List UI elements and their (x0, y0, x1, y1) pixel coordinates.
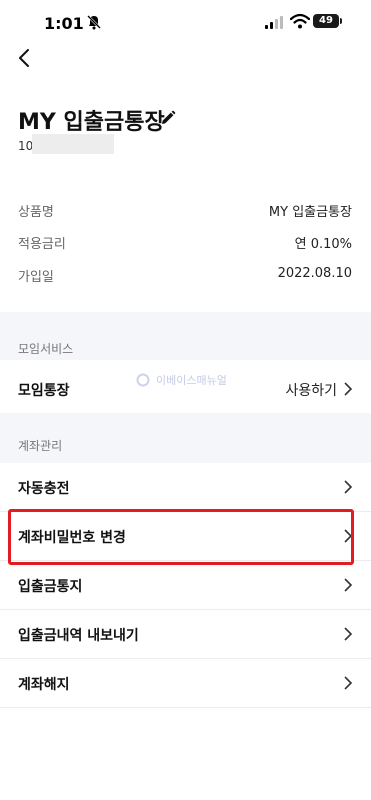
row-export-history[interactable]: 입출금내역 내보내기 (0, 610, 371, 658)
chevron-right-icon (344, 676, 353, 690)
info-row-product: 상품명 MY 입출금통장 (18, 201, 352, 223)
use-action-label[interactable]: 사용하기 (285, 380, 337, 400)
row-label: 계좌해지 (18, 677, 70, 693)
status-time: 1:01 (44, 14, 84, 33)
divider (0, 707, 371, 708)
info-value: MY 입출금통장 (268, 205, 352, 220)
chevron-right-icon (344, 578, 353, 592)
section-label: 모임서비스 (18, 342, 74, 356)
status-bar: 1:01 49 (0, 0, 371, 44)
section-account-management: 계좌관리 (0, 413, 371, 463)
info-row-join-date: 가입일 2022.08.10 (18, 266, 352, 288)
row-label: 입출금통지 (18, 579, 83, 595)
battery-tip (340, 18, 342, 24)
row-auto-charge[interactable]: 자동충전 (0, 463, 371, 511)
row-label: 자동충전 (18, 481, 70, 497)
section-label: 계좌관리 (18, 439, 63, 453)
cellular-signal-icon (265, 16, 283, 29)
battery-icon: 49 (313, 14, 339, 28)
watermark-icon (136, 373, 150, 387)
chevron-right-icon (344, 382, 353, 396)
info-label: 상품명 (18, 205, 54, 220)
watermark-text: 이베이스매뉴얼 (156, 374, 227, 387)
bell-muted-icon (87, 15, 101, 30)
info-label: 적용금리 (18, 237, 66, 252)
info-row-rate: 적용금리 연 0.10% (18, 233, 352, 255)
info-value: 2022.08.10 (277, 266, 352, 281)
info-value: 연 0.10% (294, 237, 352, 252)
row-label: 모임통장 (18, 383, 70, 399)
account-number: 10 (18, 139, 34, 153)
highlight-box (8, 509, 354, 565)
row-transaction-notice[interactable]: 입출금통지 (0, 561, 371, 609)
section-group-service: 모임서비스 (0, 312, 371, 360)
chevron-right-icon (344, 627, 353, 641)
edit-pencil-icon[interactable] (160, 110, 176, 126)
chevron-right-icon (344, 480, 353, 494)
info-label: 가입일 (18, 270, 54, 285)
wifi-icon (290, 13, 310, 29)
back-arrow-icon[interactable] (13, 46, 37, 70)
account-number-mask (32, 134, 114, 154)
row-label: 입출금내역 내보내기 (18, 628, 139, 644)
row-close-account[interactable]: 계좌해지 (0, 659, 371, 707)
page-title: MY 입출금통장 (18, 110, 165, 135)
